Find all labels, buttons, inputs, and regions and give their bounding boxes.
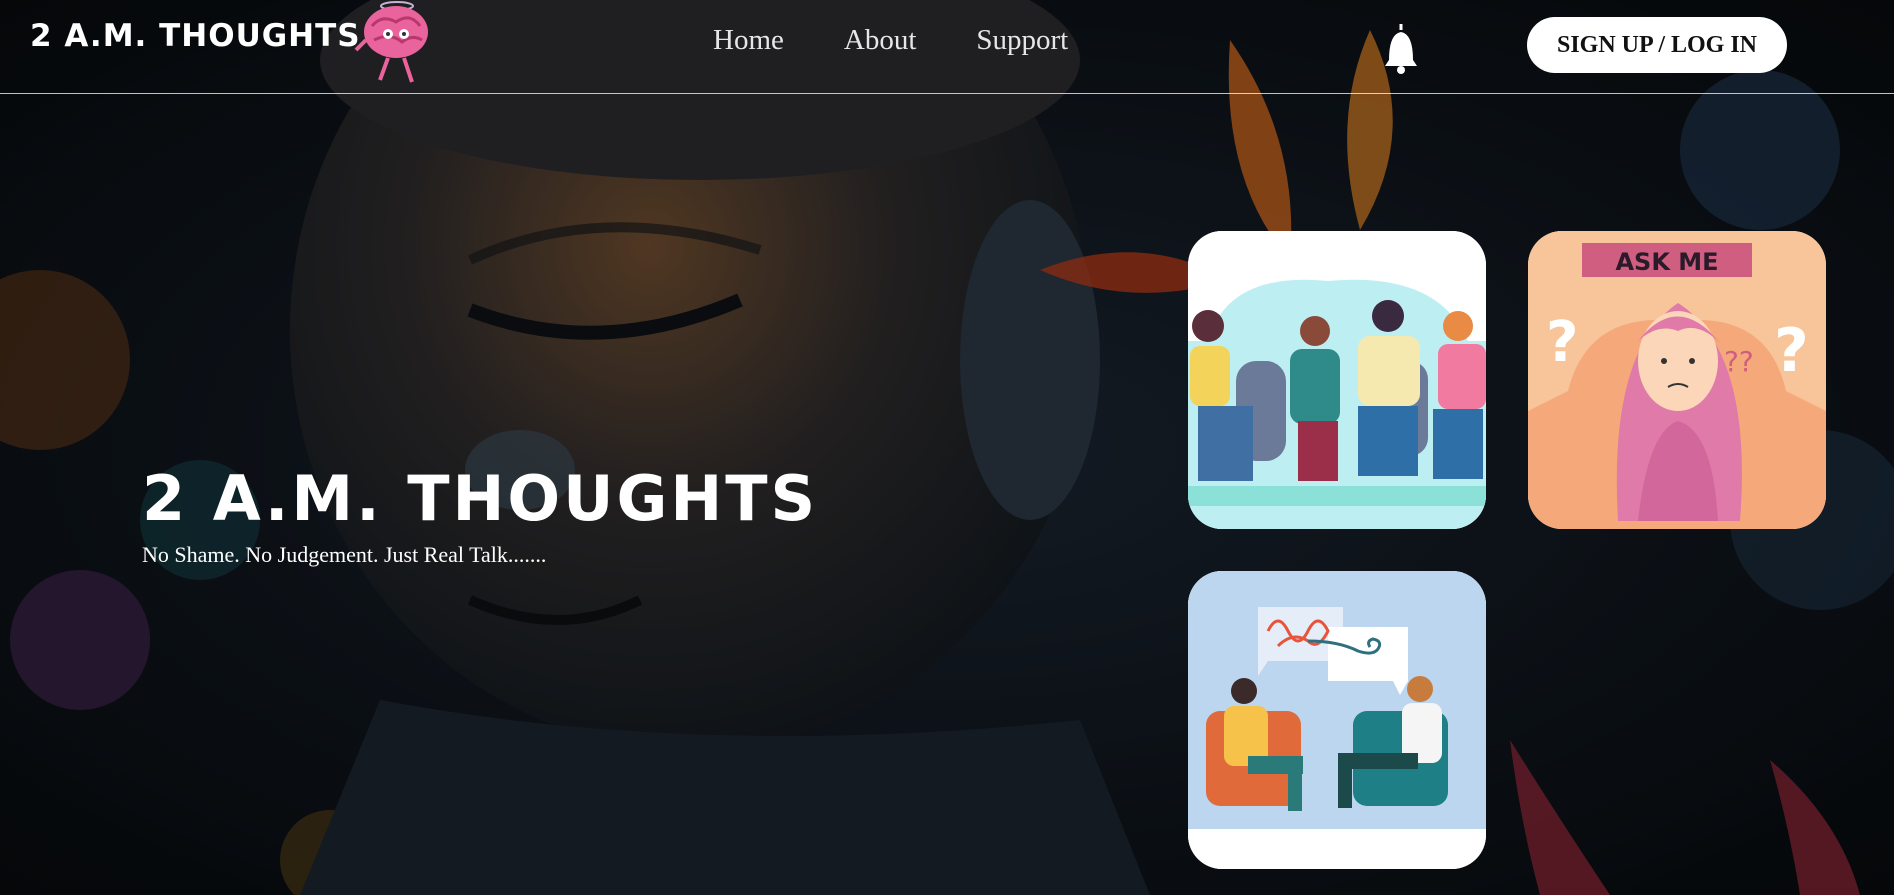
bell-icon[interactable] bbox=[1383, 22, 1419, 74]
question-mark-small: ?? bbox=[1724, 345, 1754, 378]
ask-me-illustration: ASK ME ? ? ?? bbox=[1528, 231, 1826, 529]
nav-links: Home About Support bbox=[713, 24, 1068, 57]
brand-name[interactable]: 2 A.M. THOUGHTS bbox=[30, 18, 361, 54]
ask-me-card[interactable]: ASK ME ? ? ?? bbox=[1528, 231, 1826, 529]
hero-tagline: No Shame. No Judgement. Just Real Talk..… bbox=[142, 542, 547, 567]
sign-up-login-button[interactable]: SIGN UP / LOG IN bbox=[1527, 17, 1787, 73]
group-therapy-card[interactable] bbox=[1188, 231, 1486, 529]
nav-link-home[interactable]: Home bbox=[713, 24, 784, 57]
counseling-session-illustration bbox=[1188, 571, 1486, 869]
hero-title: 2 A.M. THOUGHTS bbox=[142, 462, 819, 535]
nav-link-support[interactable]: Support bbox=[976, 24, 1068, 57]
ask-me-banner: ASK ME bbox=[1615, 248, 1718, 276]
nav-link-about[interactable]: About bbox=[844, 24, 917, 57]
question-mark-right: ? bbox=[1774, 316, 1809, 386]
question-mark-left: ? bbox=[1546, 310, 1578, 375]
top-navigation-bar: 2 A.M. THOUGHTS Home About Support SIGN … bbox=[0, 0, 1894, 94]
counseling-card[interactable] bbox=[1188, 571, 1486, 869]
brain-mascot-icon[interactable] bbox=[352, 0, 438, 88]
group-therapy-illustration bbox=[1188, 231, 1486, 529]
